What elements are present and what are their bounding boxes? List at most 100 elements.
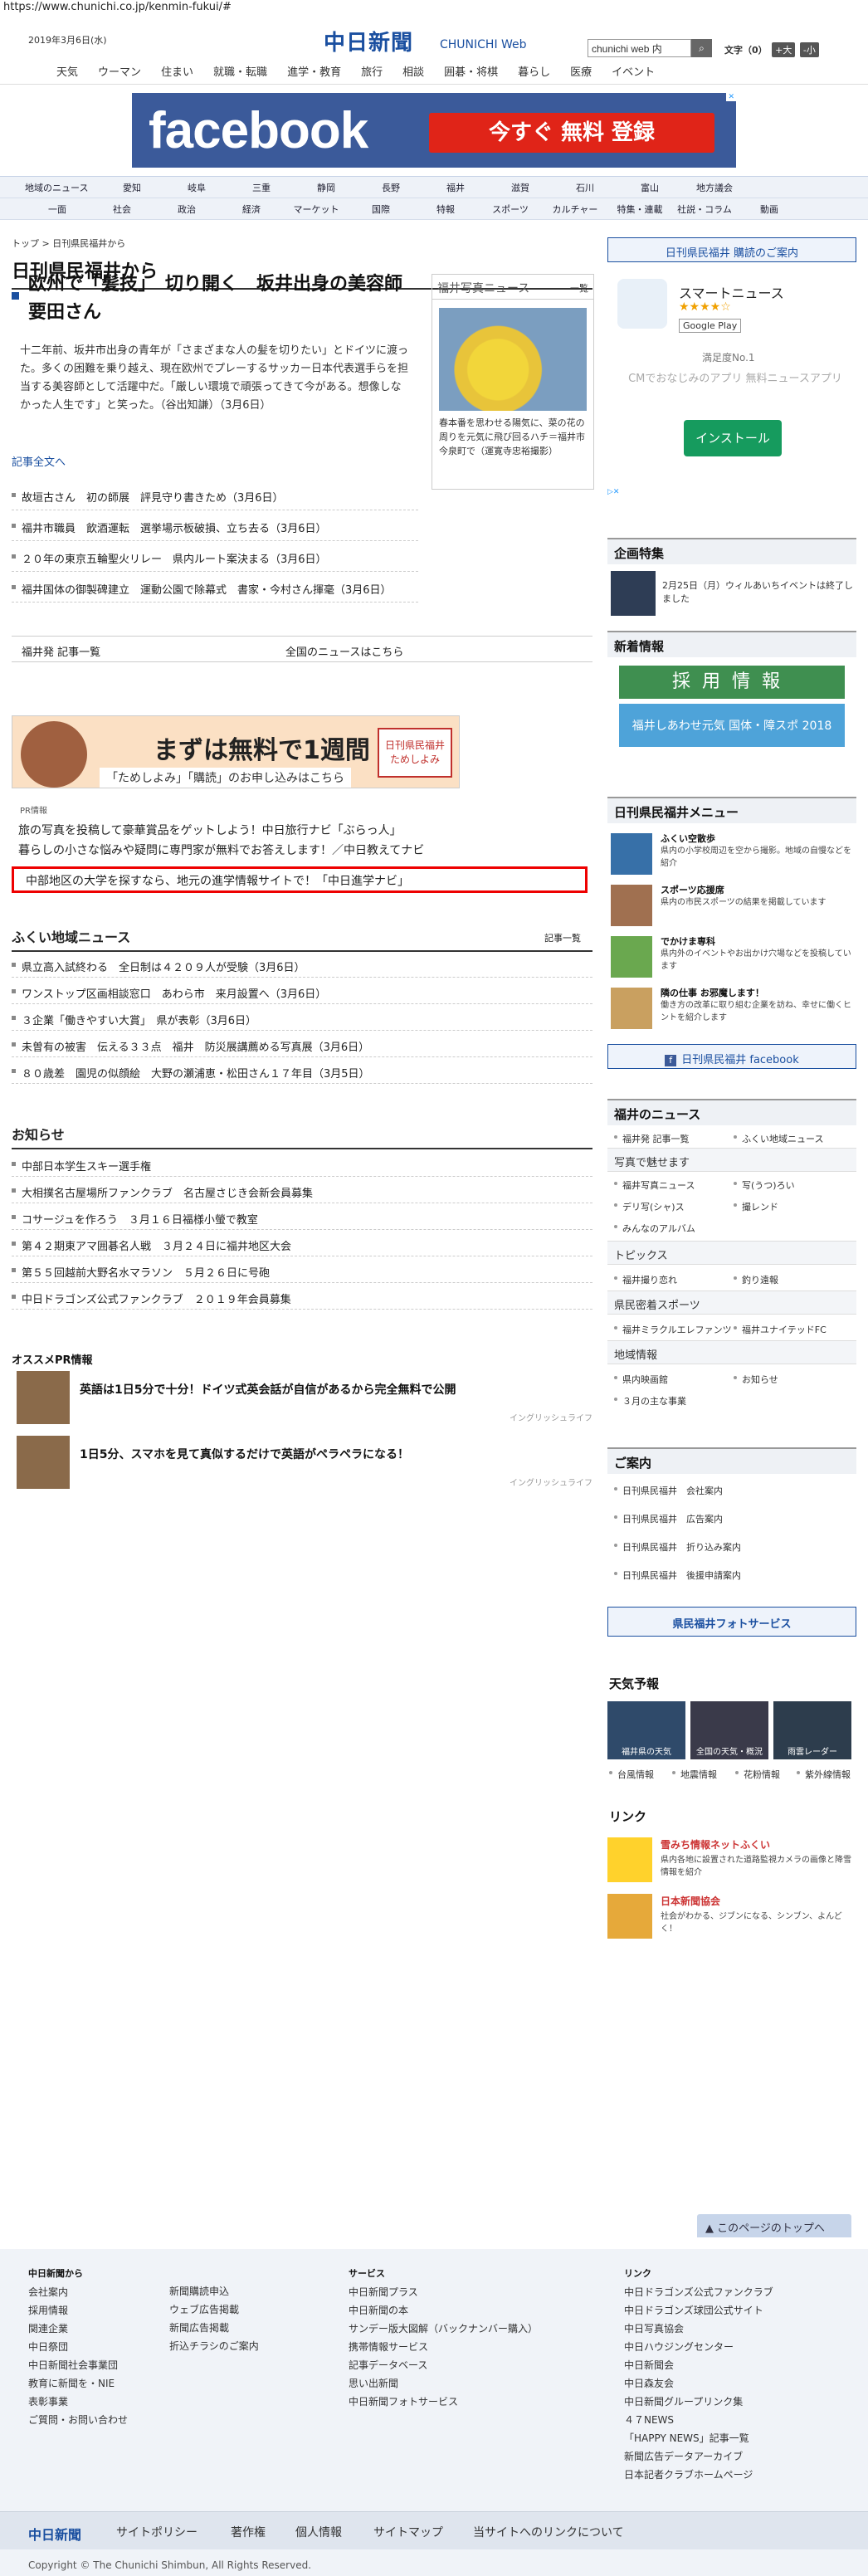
gnav-item[interactable]: 相談 [393,55,434,84]
footer-link[interactable]: 新聞広告掲載 [169,2322,229,2334]
link-item[interactable]: 雪みち情報ネットふくい 県内各地に設置された道路監視カメラの画像と降雪情報を紹介 [607,1834,856,1891]
category-item[interactable]: 社会 [90,202,154,216]
sidebar-link[interactable]: デリ写(シャ)ス [612,1200,685,1213]
local-news-item[interactable]: ワンストップ区画相談窓口 あわら市 来月設置へ（3月6日） [12,978,592,1004]
pr-highlight-item[interactable]: 中部地区の大学を探すなら、地元の進学情報サイトで！「中日進学ナビ」 [12,866,588,893]
sidebar-link[interactable]: 福井写真ニュース [612,1178,695,1192]
footer-link[interactable]: 携帯情報サービス [349,2341,428,2353]
category-item[interactable]: 特集・連載 [607,202,672,216]
notice-item[interactable]: 第４２期東アマ囲碁名人戦 ３月２４日に福井地区大会 [12,1230,592,1256]
footer-nav-link[interactable]: 個人情報 [295,2524,342,2540]
footer-link[interactable]: 中日新聞社会事業団 [28,2359,118,2371]
menu-item[interactable]: ふくい空散歩 県内の小学校周辺を空から撮影。地域の自慢などを紹介 [607,830,856,881]
footer-link[interactable]: 中日新聞会 [624,2359,674,2371]
category-item[interactable]: スポーツ [478,202,543,216]
footer-link[interactable]: 中日ハウジングセンター [624,2341,734,2353]
footer-link[interactable]: 思い出新聞 [349,2378,398,2389]
sidebar-link[interactable]: 福井撮り恋れ [612,1273,677,1286]
region-item[interactable]: 地方議会 [682,181,747,194]
install-button[interactable]: インストール [684,420,782,456]
font-minus-button[interactable]: -小 [799,42,819,57]
notice-item[interactable]: コサージュを作ろう ３月１６日福様小螢で教室 [12,1203,592,1230]
feature-item[interactable]: 2月25日（月）ウィルあいちイベントは終了しました [607,564,856,622]
category-item[interactable]: 特報 [413,202,478,216]
back-to-top-button[interactable]: ▲ このページのトップへ [697,2214,851,2237]
gnav-item[interactable]: 天気 [46,55,88,84]
region-item[interactable]: 滋賀 [488,181,553,194]
menu-item[interactable]: 隣の仕事 お邪魔します！ 働き方の改革に取り組む企業を訪ね、幸せに働くヒントを紹… [607,984,856,1036]
gnav-item[interactable]: ウーマン [88,55,151,84]
footer-link[interactable]: 表彰事業 [28,2396,68,2408]
category-item[interactable]: 動画 [737,202,802,216]
news-item[interactable]: 故垣古さん 初の師展 評見守り書きため（3月6日） [12,480,418,510]
facebook-ad-banner[interactable]: facebook 今すぐ 無料 登録 ✕ [132,93,736,168]
news-item[interactable]: 福井市職員 飲酒運転 選挙場示板破損、立ち去る（3月6日） [12,510,418,541]
local-articles-link[interactable]: 福井発 記事一覧 [22,643,100,659]
region-item[interactable]: 三重 [229,181,294,194]
facebook-link[interactable]: f 日刊県民福井 facebook [607,1044,856,1069]
category-item[interactable]: 政治 [154,202,219,216]
footer-link[interactable]: 中日新聞の本 [349,2305,408,2316]
sidebar-link[interactable]: 県内映画館 [612,1373,668,1386]
sidebar-link[interactable]: 地震情報 [671,1768,717,1781]
footer-nav-link[interactable]: 当サイトへのリンクについて [473,2524,624,2540]
local-news-item[interactable]: 県立高入試終わる 全日制は４２０９人が受験（3月6日） [12,951,592,978]
weather-tile[interactable]: 雨雲レーダー [773,1701,851,1759]
sidebar-link[interactable]: 日刊県民福井 後援申請案内 [612,1569,741,1582]
region-item[interactable]: 愛知 [100,181,164,194]
footer-link[interactable]: 教育に新聞を・NIE [28,2378,115,2389]
footer-link[interactable]: サンデー版大図解（バックナンバー購入） [349,2323,538,2334]
local-news-item[interactable]: 未曽有の被害 伝える３３点 福井 防災展講薦める写真展（3月6日） [12,1031,592,1057]
footer-link[interactable]: 「HAPPY NEWS」記事一覧 [624,2432,749,2444]
sidebar-link[interactable]: 日刊県民福井 折り込み案内 [612,1540,741,1554]
gnav-item[interactable]: 進学・教育 [277,55,351,84]
footer-link[interactable]: 日本記者クラブホームページ [624,2469,753,2481]
news-item[interactable]: 福井国体の御製碑建立 運動公園で除幕式 書家・今村さん揮毫（3月6日） [12,572,418,603]
sidebar-link[interactable]: 日刊県民福井 広告案内 [612,1512,723,1525]
ad-cta-button[interactable]: 今すぐ 無料 登録 [429,113,714,153]
site-logo[interactable]: 中日新聞 [324,26,413,56]
notice-item[interactable]: 中部日本学生スキー選手権 [12,1150,592,1177]
footer-link[interactable]: 採用情報 [28,2305,68,2316]
gnav-item[interactable]: 旅行 [351,55,393,84]
job-banner[interactable]: 採用情報 [619,666,845,699]
sidebar-link[interactable]: みんなのアルバム [612,1222,695,1235]
menu-item[interactable]: スポーツ応援席 県内の市民スポーツの結果を掲載しています [607,881,856,933]
photo-news-image[interactable] [439,308,587,411]
lead-headline[interactable]: 欧州で「髪技」 切り開く 坂井出身の美容師 要田さん [28,271,421,327]
local-news-item[interactable]: ８０歳差 園児の似顔絵 大野の瀬浦恵・松田さん１７年目（3月5日） [12,1057,592,1084]
local-news-more-link[interactable]: 記事一覧 [544,931,581,944]
footer-nav-link[interactable]: サイトマップ [373,2524,443,2540]
region-item[interactable]: 岐阜 [164,181,229,194]
pr-item[interactable]: 旅の写真を投稿して豪華賞品をゲットしよう！中日旅行ナビ「ぶらっ人」 [18,822,402,838]
search-button[interactable]: ⌕ [691,39,712,57]
region-item[interactable]: 長野 [358,181,423,194]
pr-title[interactable]: 英語は1日5分で十分！ドイツ式英会話が自信があるから完全無料で公開 [80,1381,456,1398]
sidebar-link[interactable]: ふくい地域ニュース [732,1132,823,1145]
photo-service-banner[interactable]: 県民福井フォトサービス [607,1607,856,1637]
sidebar-link[interactable]: 日刊県民福井 会社案内 [612,1484,723,1497]
photo-news-list-link[interactable]: 一覧 [570,281,588,295]
footer-link[interactable]: ウェブ広告掲載 [169,2304,239,2315]
footer-nav-link[interactable]: 著作権 [231,2524,266,2540]
footer-link[interactable]: 中日祭団 [28,2341,68,2353]
footer-link[interactable]: 会社案内 [28,2286,68,2298]
footer-link[interactable]: 折込チラシのご案内 [169,2340,259,2352]
sidebar-link[interactable]: 福井ユナイテッドFC [732,1323,827,1336]
category-item[interactable]: 一面 [25,202,90,216]
news-item[interactable]: ２０年の東京五輪聖火リレー 県内ルート案決まる（3月6日） [12,541,418,572]
footer-link[interactable]: 記事データベース [349,2359,427,2371]
footer-link[interactable]: 中日ドラゴンズ球団公式サイト [624,2305,763,2316]
footer-link[interactable]: 中日新聞プラス [349,2286,418,2298]
footer-link[interactable]: 中日写真協会 [624,2323,684,2334]
search-input[interactable] [588,39,691,57]
recommended-pr-item[interactable]: 英語は1日5分で十分！ドイツ式英会話が自信があるから完全無料で公開 イングリッシ… [12,1371,592,1431]
footer-link[interactable]: ４７NEWS [624,2414,674,2426]
national-news-link[interactable]: 全国のニュースはこちら [285,643,403,659]
menu-item[interactable]: でかけま専科 県内外のイベントやお出かけ穴場などを投稿しています [607,933,856,984]
footer-link[interactable]: 中日ドラゴンズ公式ファンクラブ [624,2286,773,2298]
notice-item[interactable]: 第５５回越前大野名水マラソン ５月２６日に号砲 [12,1256,592,1283]
category-item[interactable]: 経済 [219,202,284,216]
notice-item[interactable]: 大相撲名古屋場所ファンクラブ 名古屋さじき会新会員募集 [12,1177,592,1203]
gnav-item[interactable]: 囲碁・将棋 [434,55,508,84]
